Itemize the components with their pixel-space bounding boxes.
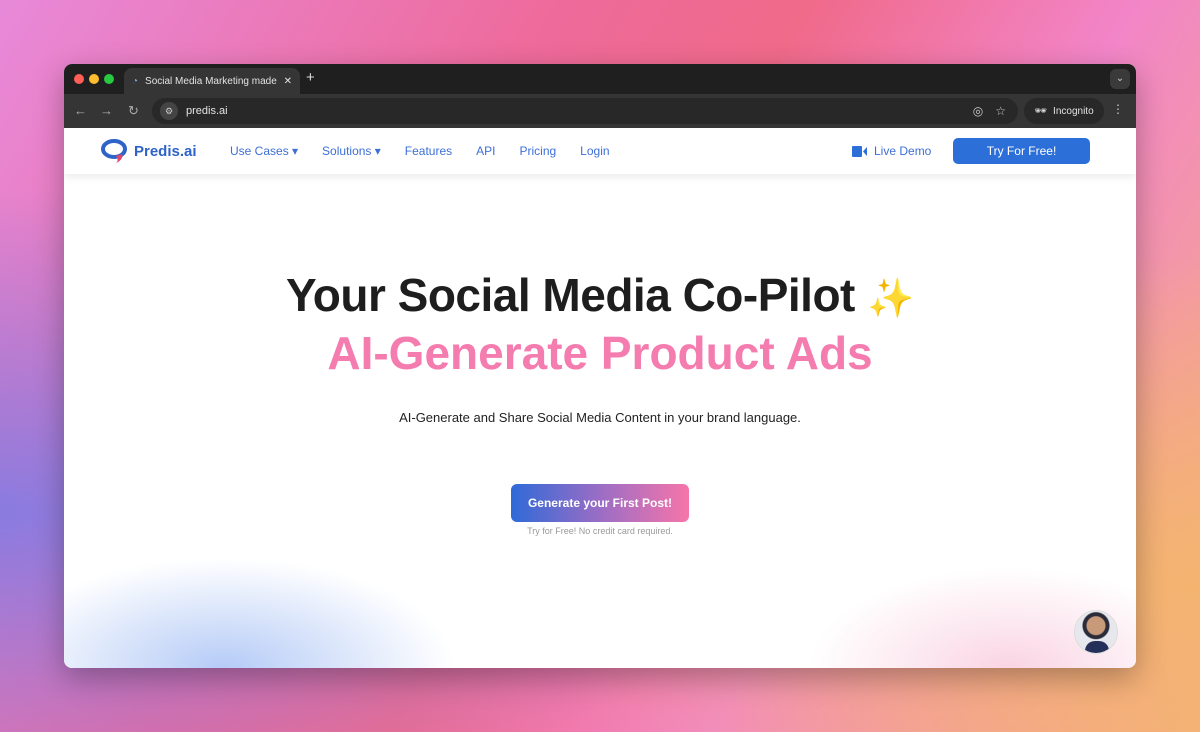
menu-api[interactable]: API xyxy=(476,144,495,158)
tab-title: Social Media Marketing made xyxy=(145,75,277,87)
browser-tab[interactable]: ◔ Social Media Marketing made ✕ xyxy=(124,68,300,94)
favicon-icon: ◔ xyxy=(132,75,139,87)
hero-rotating-subtitle: AI-Generate Product Ads xyxy=(327,327,873,379)
incognito-label: Incognito xyxy=(1053,105,1094,117)
menu-pricing[interactable]: Pricing xyxy=(519,144,556,158)
bg-glow-blue xyxy=(64,558,464,668)
sparkle-icon: ✨ xyxy=(867,278,914,320)
url-text: predis.ai xyxy=(186,105,228,117)
try-for-free-button[interactable]: Try For Free! xyxy=(953,138,1090,164)
cta-note: Try for Free! No credit card required. xyxy=(527,526,673,536)
hero-title: Your Social Media Co-Pilot ✨ xyxy=(64,268,1136,322)
video-camera-icon xyxy=(852,145,867,157)
address-bar-row: ← → ↻ ⚙ predis.ai ◎ ☆ 🕶 Incognito ⋮ xyxy=(64,94,1136,128)
close-window-button[interactable] xyxy=(74,74,84,84)
eye-off-icon[interactable]: ◎ xyxy=(973,104,983,118)
incognito-badge[interactable]: 🕶 Incognito xyxy=(1024,98,1104,124)
back-icon[interactable]: ← xyxy=(74,103,87,118)
more-menu-icon[interactable]: ⋮ xyxy=(1112,102,1124,116)
reload-icon[interactable]: ↻ xyxy=(128,103,139,119)
live-demo-label: Live Demo xyxy=(874,144,932,158)
minimize-window-button[interactable] xyxy=(89,74,99,84)
close-tab-icon[interactable]: ✕ xyxy=(284,76,292,87)
site-settings-icon[interactable]: ⚙ xyxy=(160,102,178,120)
hero-title-text: Your Social Media Co-Pilot xyxy=(286,269,855,321)
incognito-icon: 🕶 xyxy=(1034,105,1048,117)
browser-window: ◔ Social Media Marketing made ✕ + ⌄ ← → … xyxy=(64,64,1136,668)
url-input[interactable]: ⚙ predis.ai ◎ ☆ xyxy=(152,98,1018,124)
tab-search-chevron-icon[interactable]: ⌄ xyxy=(1110,69,1130,89)
forward-icon[interactable]: → xyxy=(100,103,113,118)
menu-login[interactable]: Login xyxy=(580,144,609,158)
main-menu: Use Cases ▾ Solutions ▾ Features API Pri… xyxy=(230,144,610,158)
menu-use-cases[interactable]: Use Cases ▾ xyxy=(230,144,298,158)
logo-text: Predis.ai xyxy=(134,142,197,160)
generate-first-post-button[interactable]: Generate your First Post! xyxy=(511,484,689,522)
menu-solutions[interactable]: Solutions ▾ xyxy=(322,144,381,158)
site-navbar: Predis.ai Use Cases ▾ Solutions ▾ Featur… xyxy=(64,128,1136,174)
menu-features[interactable]: Features xyxy=(405,144,452,158)
star-icon[interactable]: ☆ xyxy=(995,104,1006,118)
maximize-window-button[interactable] xyxy=(104,74,114,84)
logo[interactable]: Predis.ai xyxy=(100,138,197,164)
hero-description: AI-Generate and Share Social Media Conte… xyxy=(399,410,801,425)
page: Predis.ai Use Cases ▾ Solutions ▾ Featur… xyxy=(64,128,1136,668)
logo-icon xyxy=(101,139,127,164)
chat-avatar-button[interactable] xyxy=(1074,610,1118,654)
tab-bar: ◔ Social Media Marketing made ✕ + ⌄ xyxy=(64,64,1136,94)
live-demo-link[interactable]: Live Demo xyxy=(852,144,931,158)
new-tab-button[interactable]: + xyxy=(306,69,315,86)
